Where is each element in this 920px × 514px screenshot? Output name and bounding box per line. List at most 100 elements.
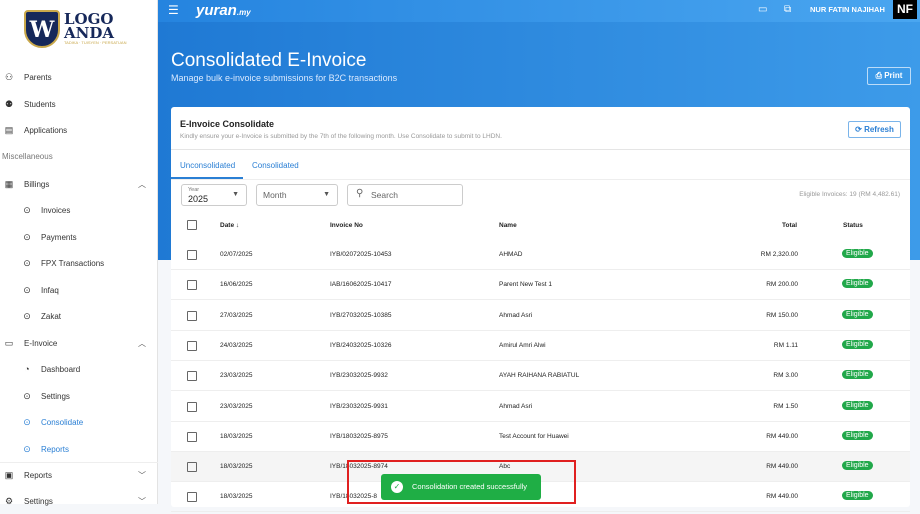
avatar[interactable]: NF xyxy=(893,0,917,19)
row-checkbox[interactable] xyxy=(187,310,197,321)
status-badge: Eligible xyxy=(842,491,873,501)
sidebar-item-dashboard[interactable]: ◔ Dashboard xyxy=(0,356,158,382)
logo-tagline: TADIKA · TUISYEN · PERSATUAN xyxy=(64,40,127,45)
column-status: Status xyxy=(843,222,863,229)
chevron-up-icon: ︿ xyxy=(138,338,146,348)
translate-icon[interactable]: ⧉ xyxy=(784,4,791,15)
column-date[interactable]: Date ↓ xyxy=(220,222,239,229)
sidebar-item-einvoice-reports[interactable]: ⊙ Reports xyxy=(0,436,158,462)
search-input[interactable]: ⚲ Search xyxy=(347,184,463,206)
radio-icon: ⊙ xyxy=(23,284,31,295)
table-row[interactable]: 02/07/2025 IYB/02072025-10453 AHMAD RM 2… xyxy=(171,240,910,270)
cell-date: 18/03/2025 xyxy=(220,463,253,471)
table-row[interactable]: 24/03/2025 IYB/24032025-10326 Amirul Amr… xyxy=(171,331,910,361)
cell-invoice-no[interactable]: IAB/16062025-10417 xyxy=(330,281,391,288)
month-select[interactable]: Month ▼ xyxy=(256,184,338,206)
cell-total: RM 3.00 xyxy=(773,372,798,380)
sidebar-item-zakat[interactable]: ⊙ Zakat xyxy=(0,303,158,329)
tab-unconsolidated[interactable]: Unconsolidated xyxy=(180,161,235,170)
nav-label: Applications xyxy=(24,125,68,135)
radio-icon: ⊙ xyxy=(23,204,31,215)
nav-label: FPX Transactions xyxy=(41,258,105,268)
sidebar-item-consolidate[interactable]: ⊙ Consolidate xyxy=(0,409,158,435)
search-placeholder: Search xyxy=(371,190,398,200)
search-icon: ⚲ xyxy=(356,188,364,199)
user-name[interactable]: NUR FATIN NAJIHAH xyxy=(810,5,885,14)
cell-name: Parent New Test 1 xyxy=(499,281,552,289)
menu-icon[interactable]: ☰ xyxy=(168,3,179,17)
sidebar-item-reports[interactable]: ▣ Reports ﹀ xyxy=(0,462,158,488)
row-checkbox[interactable] xyxy=(187,462,197,473)
brand-logo[interactable]: yuran.my xyxy=(196,2,251,19)
cell-invoice-no[interactable]: IYB/27032025-10385 xyxy=(330,312,391,319)
cell-invoice-no[interactable]: IYB/23032025-9931 xyxy=(330,403,388,410)
row-checkbox[interactable] xyxy=(187,401,197,412)
nav-label: Consolidate xyxy=(41,417,84,427)
sidebar-item-infaq[interactable]: ⊙ Infaq xyxy=(0,277,158,303)
sidebar-item-invoices[interactable]: ⊙ Invoices xyxy=(0,197,158,223)
cell-total: RM 449.00 xyxy=(766,463,798,471)
print-button[interactable]: ⎙ Print xyxy=(867,67,911,85)
year-label: Year xyxy=(188,187,200,193)
logo[interactable]: W LOGO ANDA TADIKA · TUISYEN · PERSATUAN xyxy=(18,10,138,50)
sidebar-item-settings[interactable]: ⊙ Settings xyxy=(0,383,158,409)
row-checkbox[interactable] xyxy=(187,492,197,503)
cell-date: 24/03/2025 xyxy=(220,341,253,349)
cell-name: Amirul Amri Alwi xyxy=(499,341,546,349)
cell-invoice-no[interactable]: IYB/23032025-9932 xyxy=(330,372,388,379)
table-row[interactable]: 16/06/2025 IAB/16062025-10417 Parent New… xyxy=(171,270,910,301)
cell-date: 16/06/2025 xyxy=(220,281,253,289)
chevron-down-icon: ﹀ xyxy=(138,471,146,480)
table-row[interactable]: 18/03/2025 IYB/18032025-8975 Test Accoun… xyxy=(171,422,910,452)
billings-icon: ▦ xyxy=(4,178,14,189)
sidebar-item-students[interactable]: ⚉ Students xyxy=(0,91,158,117)
nav-label: Settings xyxy=(41,391,70,401)
row-checkbox[interactable] xyxy=(187,431,197,442)
sidebar-item-einvoice[interactable]: ▭ E-Invoice ︿ xyxy=(0,330,158,356)
status-badge: Eligible xyxy=(842,309,873,319)
refresh-button[interactable]: ⟳ Refresh xyxy=(848,121,901,138)
cell-date: 23/03/2025 xyxy=(220,402,253,410)
nav-label: Billings xyxy=(24,179,50,189)
topbar: ☰ yuran.my ▭ ⧉ NUR FATIN NAJIHAH NF xyxy=(158,0,920,22)
nav-label: Parents xyxy=(24,72,52,82)
sidebar-item-payments[interactable]: ⊙ Payments xyxy=(0,224,158,250)
row-checkbox[interactable] xyxy=(187,371,197,382)
row-checkbox[interactable] xyxy=(187,340,197,351)
nav-label: Zakat xyxy=(41,311,62,321)
year-select[interactable]: Year 2025 ▼ xyxy=(181,184,247,206)
select-all-checkbox[interactable] xyxy=(187,220,197,230)
chevron-down-icon: ﹀ xyxy=(138,496,146,506)
table-row[interactable]: 23/03/2025 IYB/23032025-9931 Ahmad Asri … xyxy=(171,392,910,422)
nav-label: Dashboard xyxy=(41,364,81,374)
row-checkbox[interactable] xyxy=(187,280,197,291)
brand-text: yuran xyxy=(196,2,237,19)
cell-invoice-no[interactable]: IYB/24032025-10326 xyxy=(330,342,391,349)
cell-invoice-no[interactable]: IYB/18032025-8975 xyxy=(330,433,388,440)
success-toast: ✓ Consolidation created successfully xyxy=(381,474,541,500)
tab-consolidated[interactable]: Consolidated xyxy=(252,161,299,170)
status-badge: Eligible xyxy=(842,461,873,471)
cell-date: 23/03/2025 xyxy=(220,372,253,380)
sidebar-item-applications[interactable]: ▤ Applications xyxy=(0,117,158,143)
logo-line2: ANDA xyxy=(64,24,114,42)
sidebar-item-settings-main[interactable]: ⚙ Settings ﹀ xyxy=(0,488,158,514)
cell-invoice-no[interactable]: IYB/02072025-10453 xyxy=(330,251,391,258)
sidebar-item-parents[interactable]: ⚇ Parents xyxy=(0,64,158,90)
cell-date: 02/07/2025 xyxy=(220,251,253,258)
sidebar-item-billings[interactable]: ▦ Billings ︿ xyxy=(0,171,158,197)
caret-down-icon: ▼ xyxy=(232,191,239,198)
reports-icon: ▣ xyxy=(4,470,14,480)
sort-down-icon: ↓ xyxy=(235,222,240,229)
table-row[interactable]: 23/03/2025 IYB/23032025-9932 AYAH RAIHAN… xyxy=(171,361,910,392)
sidebar: W LOGO ANDA TADIKA · TUISYEN · PERSATUAN … xyxy=(0,0,158,506)
table-row[interactable]: 27/03/2025 IYB/27032025-10385 Ahmad Asri… xyxy=(171,301,910,331)
chat-icon[interactable]: ▭ xyxy=(758,4,767,15)
row-checkbox[interactable] xyxy=(187,250,197,260)
sidebar-item-fpx[interactable]: ⊙ FPX Transactions xyxy=(0,250,158,276)
print-label: Print xyxy=(884,71,903,80)
nav-label: Infaq xyxy=(41,285,59,295)
radio-icon: ⊙ xyxy=(23,443,31,454)
nav-label: Reports xyxy=(41,444,70,454)
cell-total: RM 449.00 xyxy=(766,432,798,440)
